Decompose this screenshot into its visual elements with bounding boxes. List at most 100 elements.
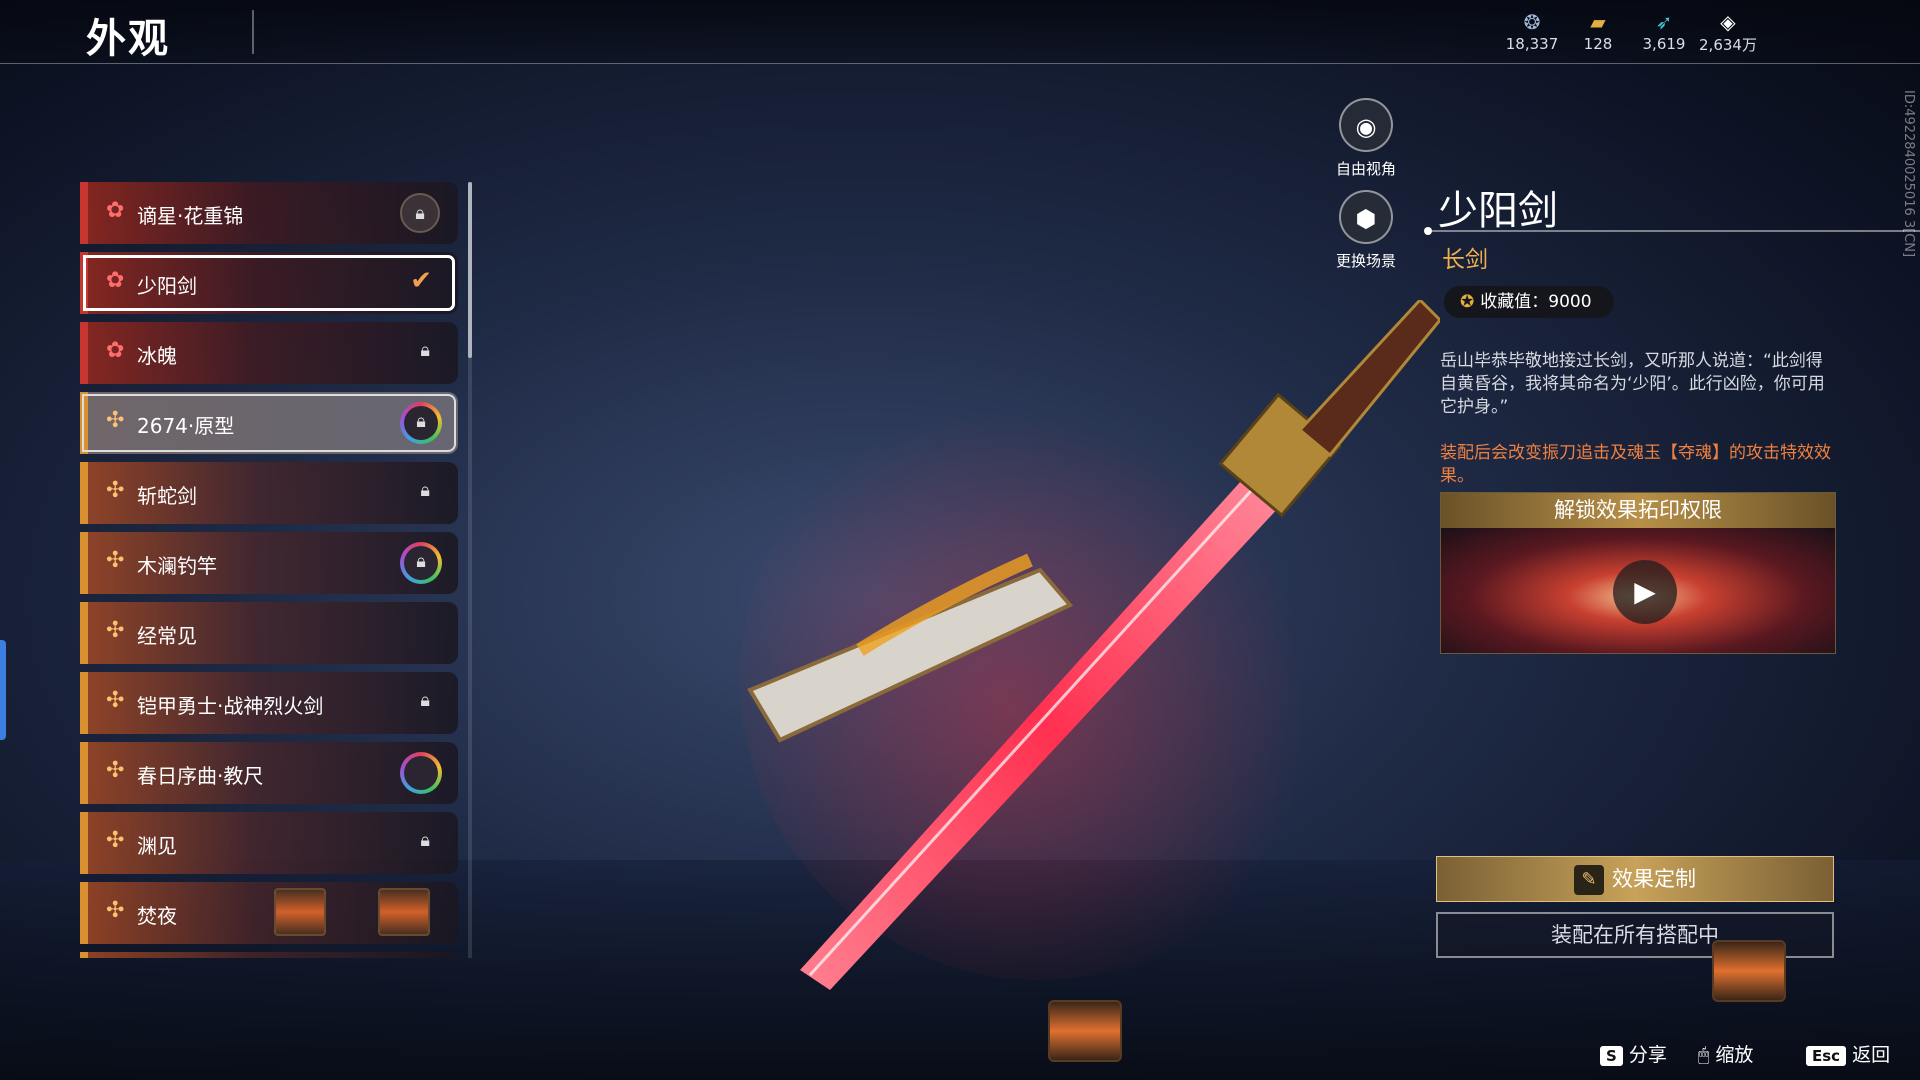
item-description: 岳山毕恭毕敬地接过长剑，又听那人说道：“此剑得自黄昏谷，我将其命名为‘少阳’。此… [1440, 351, 1825, 417]
lock-icon: 🔒︎ [416, 411, 426, 432]
item-label: 少阳剑 [137, 274, 197, 298]
list-item[interactable]: ✣ 春日序曲·教尺 [80, 742, 458, 804]
zoom-label: 缩放 [1715, 1044, 1754, 1066]
flower-icon: ✿ [106, 268, 125, 293]
customize-label: 效果定制 [1612, 867, 1696, 891]
list-item[interactable]: ✣ 木澜钓竿 🔒︎ [80, 532, 458, 594]
cross-flower-icon: ✣ [106, 548, 125, 573]
share-label: 分享 [1628, 1044, 1667, 1066]
rainbow-ring-icon: 🔒︎ [400, 542, 442, 584]
list-item-partial[interactable] [80, 952, 458, 958]
flower-icon: ✿ [106, 338, 125, 363]
title-underline [1428, 230, 1920, 232]
rainbow-ring-icon [400, 752, 442, 794]
item-label: 铠甲勇士·战神烈火剑 [137, 694, 324, 718]
free-view-label: 自由视角 [1335, 160, 1396, 178]
floor-lantern [1048, 1000, 1122, 1062]
free-view-button[interactable]: ◉ 自由视角 [1330, 98, 1402, 179]
collection-icon: ✪ [1460, 292, 1475, 312]
change-scene-button[interactable]: ⬢ 更换场景 [1330, 190, 1402, 271]
currency-value: 2,634万 [1699, 36, 1757, 54]
gold-bar-icon: ▰ [1590, 10, 1606, 34]
floor-lantern [1712, 940, 1786, 1002]
collection-badge: ✪ 收藏值：9000 [1444, 286, 1614, 318]
handle-shape [1297, 300, 1440, 458]
title-divider [252, 10, 254, 54]
currency-value: 18,337 [1505, 35, 1559, 53]
cube-icon: ⬢ [1339, 190, 1393, 244]
camera-icon: ◉ [1339, 98, 1393, 152]
effect-video-preview[interactable]: ▶ [1441, 528, 1835, 653]
item-label: 经常见 [137, 624, 197, 648]
lock-icon: 🔒︎ [420, 480, 430, 501]
zoom-hint[interactable]: 🖱︎ 缩放 [1698, 1040, 1753, 1067]
list-item[interactable]: ✣ 渊见 🔒︎ [80, 812, 458, 874]
unlock-effect-panel[interactable]: 解锁效果拓印权限 ▶ [1440, 492, 1836, 654]
cross-flower-icon: ✣ [106, 478, 125, 503]
check-icon: ✔ [410, 266, 432, 296]
sword-preview[interactable] [740, 300, 1440, 1000]
side-edge-tab[interactable] [0, 640, 6, 740]
esc-key: Esc [1806, 1045, 1847, 1066]
cross-flower-icon: ✣ [106, 688, 125, 713]
list-item[interactable]: ✣ 斩蛇剑 🔒︎ [80, 462, 458, 524]
build-id-text: ID:4922840025016 3[CN] [1901, 90, 1916, 258]
play-icon[interactable]: ▶ [1613, 560, 1677, 624]
back-label: 返回 [1852, 1044, 1891, 1066]
currency-gold-bar: ▰ 128 [1566, 10, 1630, 53]
currency-diamond: ◈ 2,634万 [1696, 10, 1760, 55]
item-label: 斩蛇剑 [137, 484, 197, 508]
lantern-icon [378, 888, 430, 936]
list-item[interactable]: ✣ 焚夜 [80, 882, 458, 944]
list-item-selected[interactable]: ✿ 少阳剑 ✔ [80, 252, 458, 314]
item-name: 少阳剑 [1438, 188, 1558, 234]
item-label: 木澜钓竿 [137, 554, 217, 578]
lock-icon: 🔒︎ [420, 830, 430, 851]
lock-icon: 🔒︎ [420, 690, 430, 711]
equip-all-label: 装配在所有搭配中 [1551, 923, 1719, 947]
lock-icon: 🔒︎ [420, 340, 430, 361]
customize-effect-button[interactable]: ✎ 效果定制 [1436, 856, 1834, 902]
item-type: 长剑 [1442, 247, 1488, 273]
list-item[interactable]: ✿ 谪星·花重锦 🔒︎ [80, 182, 458, 244]
scrollbar-thumb[interactable] [468, 182, 472, 358]
back-hint[interactable]: Esc 返回 [1806, 1040, 1890, 1067]
list-item[interactable]: ✣ 经常见 [80, 602, 458, 664]
header-divider [0, 63, 1920, 64]
item-label: 渊见 [137, 834, 177, 858]
list-item[interactable]: ✣ 铠甲勇士·战神烈火剑 🔒︎ [80, 672, 458, 734]
item-label: 2674·原型 [137, 414, 235, 438]
feather-icon: ➶ [1655, 10, 1673, 34]
share-hint[interactable]: S 分享 [1600, 1040, 1667, 1067]
list-item-hover[interactable]: ✣ 2674·原型 🔒︎ [80, 392, 458, 454]
currency-value: 128 [1583, 35, 1613, 53]
lock-icon: 🔒︎ [400, 193, 440, 233]
page-title: 外观 [86, 16, 170, 62]
collection-value: 收藏值：9000 [1480, 292, 1592, 312]
currency-feather: ➶ 3,619 [1632, 10, 1696, 53]
flower-icon: ✿ [106, 198, 125, 223]
effect-note: 装配后会改变振刀追击及魂玉【夺魂】的攻击特效效果。 [1440, 443, 1831, 486]
item-label: 春日序曲·教尺 [137, 764, 264, 788]
item-label: 焚夜 [137, 904, 177, 928]
skin-list: ✿ 谪星·花重锦 🔒︎ ✿ 少阳剑 ✔ ✿ 冰魄 🔒︎ ✣ 2674·原型 🔒︎… [80, 180, 460, 958]
mouse-icon: 🖱︎ [1698, 1044, 1710, 1066]
list-item[interactable]: ✿ 冰魄 🔒︎ [80, 322, 458, 384]
change-scene-label: 更换场景 [1335, 252, 1396, 270]
brush-icon: ✎ [1574, 865, 1604, 895]
cross-flower-icon: ✣ [106, 758, 125, 783]
cross-flower-icon: ✣ [106, 828, 125, 853]
currency-coin: ❂ 18,337 [1500, 10, 1564, 53]
share-key: S [1600, 1045, 1623, 1066]
cross-flower-icon: ✣ [106, 618, 125, 643]
cross-flower-icon: ✣ [106, 898, 125, 923]
lock-icon: 🔒︎ [416, 551, 426, 572]
item-label: 冰魄 [137, 344, 177, 368]
rainbow-ring-icon: 🔒︎ [400, 402, 442, 444]
cross-flower-icon: ✣ [106, 408, 125, 433]
unlock-title: 解锁效果拓印权限 [1441, 493, 1835, 528]
item-label: 谪星·花重锦 [137, 204, 244, 228]
lantern-icon [274, 888, 326, 936]
currency-value: 3,619 [1642, 35, 1686, 53]
diamond-icon: ◈ [1720, 10, 1736, 34]
